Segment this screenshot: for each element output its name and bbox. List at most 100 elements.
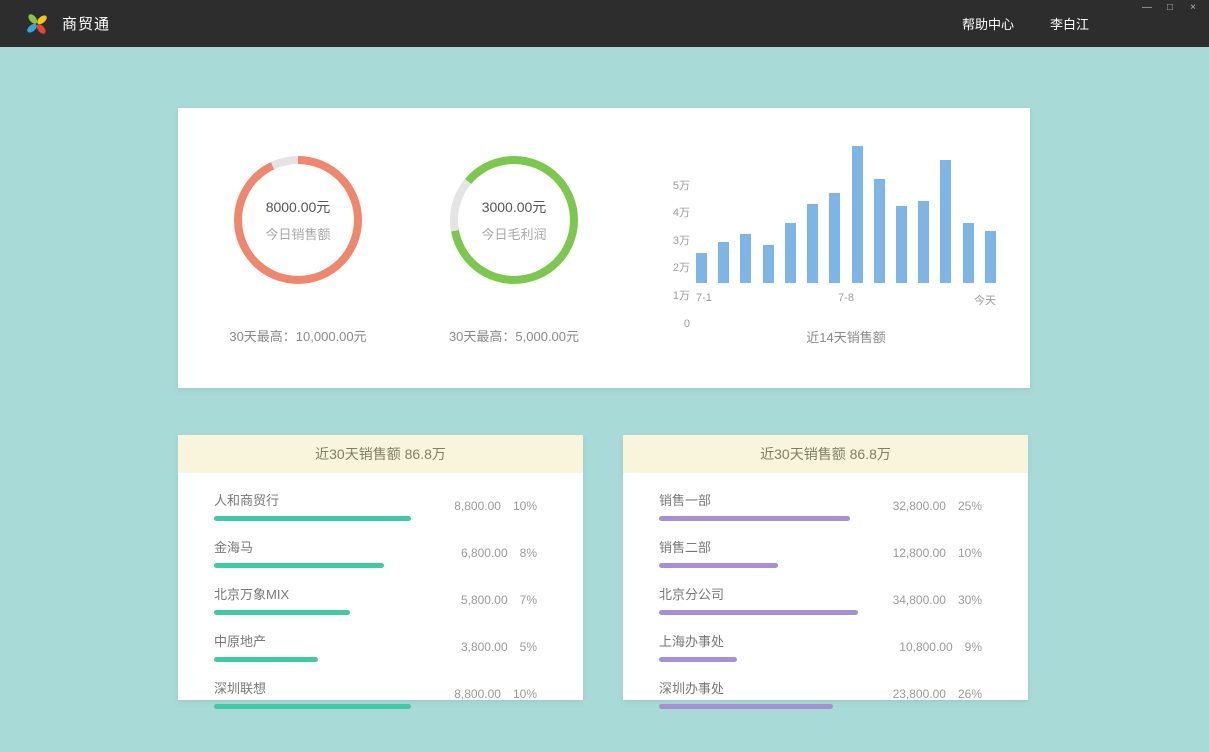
item-amount: 8,800.00 <box>454 499 501 513</box>
x-axis: 7-1 7-8 今天 <box>696 292 996 307</box>
app-logo-icon <box>24 11 50 37</box>
item-progress-bar <box>214 610 350 615</box>
item-value: 34,800.0030% <box>893 593 982 607</box>
bar <box>829 193 840 283</box>
item-progress-bar <box>659 657 737 662</box>
list-item: 销售一部 32,800.00 25% <box>659 490 982 521</box>
summary-card: 8000.00元 今日销售额 30天最高：10,000.00元 3000.00元… <box>178 108 1030 388</box>
app-window: 商贸通 帮助中心 李白江 — □ × 8000.00元 今日销售额 30天最高：… <box>0 0 1209 752</box>
item-name: 中原地产 <box>214 631 426 650</box>
item-percent: 10% <box>513 499 537 513</box>
item-name: 深圳联想 <box>214 678 426 697</box>
item-amount: 5,800.00 <box>461 593 508 607</box>
today-sales-donut-block: 8000.00元 今日销售额 30天最高：10,000.00元 <box>202 108 394 388</box>
username-menu[interactable]: 李白江 <box>1050 14 1089 33</box>
item-percent: 5% <box>520 640 537 654</box>
today-sales-label: 今日销售额 <box>265 224 330 243</box>
today-profit-value: 3000.00元 <box>482 197 547 217</box>
today-profit-footnote: 30天最高：5,000.00元 <box>449 326 579 345</box>
today-sales-value: 8000.00元 <box>266 197 331 217</box>
item-value: 12,800.00 10% <box>893 546 982 560</box>
y-tick-label: 1万 <box>660 287 690 303</box>
item-progress-bar <box>214 516 411 521</box>
bar <box>718 242 729 283</box>
item-amount: 6,800.00 <box>461 546 508 560</box>
close-icon[interactable]: × <box>1187 2 1199 14</box>
app-title: 商贸通 <box>62 13 110 34</box>
list-item: 金海马 6,800.00 8% <box>214 537 537 568</box>
item-percent: 10% <box>513 687 537 701</box>
item-name: 销售一部 <box>659 490 871 509</box>
item-percent: 10% <box>958 546 982 560</box>
titlebar: 商贸通 帮助中心 李白江 — □ × <box>0 0 1209 47</box>
item-amount: 32,800.00 <box>893 499 946 513</box>
item-percent: 8% <box>520 546 537 560</box>
item-name: 北京分公司 <box>659 584 871 603</box>
item-progress-bar <box>214 657 318 662</box>
maximize-icon[interactable]: □ <box>1164 2 1176 14</box>
item-value: 23,800.00 26% <box>893 687 982 701</box>
bar <box>740 234 751 283</box>
bar <box>807 204 818 284</box>
item-name: 深圳办事处 <box>659 678 871 697</box>
list-item: 人和商贸行8,800.0010% <box>214 490 537 521</box>
bar <box>896 206 907 283</box>
list-item: 北京分公司 34,800.0030% <box>659 584 982 615</box>
item-amount: 8,800.00 <box>454 687 501 701</box>
bar <box>696 253 707 283</box>
bar <box>785 223 796 283</box>
list-item: 深圳办事处 23,800.00 26% <box>659 678 982 709</box>
item-value: 8,800.00 10% <box>454 499 537 513</box>
item-value: 8,800.00 10% <box>454 687 537 701</box>
item-percent: 7% <box>520 593 537 607</box>
item-percent: 9% <box>965 640 982 654</box>
y-tick-label: 5万 <box>660 177 690 193</box>
bar <box>852 146 863 283</box>
item-value: 32,800.00 25% <box>893 499 982 513</box>
today-profit-donut: 3000.00元 今日毛利润 <box>450 156 578 284</box>
minimize-icon[interactable]: — <box>1141 2 1153 14</box>
y-tick-label: 4万 <box>660 204 690 220</box>
item-value: 3,800.00 5% <box>461 640 537 654</box>
item-progress-bar <box>214 704 411 709</box>
list-item: 深圳联想 8,800.00 10% <box>214 678 537 709</box>
item-progress-bar <box>659 704 833 709</box>
help-center-link[interactable]: 帮助中心 <box>962 14 1014 33</box>
sales-bar-plot <box>696 146 996 283</box>
item-progress-bar <box>659 563 778 568</box>
sales-bar-chart: 5万4万3万2万1万0 7-1 7-8 今天 近14天销售额 <box>656 108 1002 388</box>
list-item: 北京万象MIX 5,800.00 7% <box>214 584 537 615</box>
item-progress-bar <box>214 563 384 568</box>
item-amount: 3,800.00 <box>461 640 508 654</box>
list-item: 上海办事处 10,800.009% <box>659 631 982 662</box>
department-sales-panel-title: 近30天销售额 86.8万 <box>623 435 1028 473</box>
item-percent: 25% <box>958 499 982 513</box>
item-name: 北京万象MIX <box>214 584 426 603</box>
bar <box>940 160 951 283</box>
item-name: 上海办事处 <box>659 631 871 650</box>
customer-sales-panel-title: 近30天销售额 86.8万 <box>178 435 583 473</box>
item-value: 6,800.00 8% <box>461 546 537 560</box>
item-percent: 30% <box>958 593 982 607</box>
item-amount: 23,800.00 <box>893 687 946 701</box>
item-percent: 26% <box>958 687 982 701</box>
chart-caption: 近14天销售额 <box>696 327 996 346</box>
item-name: 金海马 <box>214 537 426 556</box>
y-tick-label: 3万 <box>660 232 690 248</box>
today-sales-donut: 8000.00元 今日销售额 <box>234 156 362 284</box>
department-sales-list: 销售一部 32,800.00 25% 销售二部 12,800.00 10% 北京分公司 34,… <box>623 473 1028 709</box>
bar <box>874 179 885 283</box>
item-amount: 12,800.00 <box>893 546 946 560</box>
bar <box>763 245 774 283</box>
item-name: 销售二部 <box>659 537 871 556</box>
list-item: 销售二部 12,800.00 10% <box>659 537 982 568</box>
x-tick-label: 7-1 <box>696 292 712 304</box>
y-tick-label: 2万 <box>660 259 690 275</box>
item-value: 5,800.00 7% <box>461 593 537 607</box>
item-progress-bar <box>659 610 858 615</box>
department-sales-panel: 近30天销售额 86.8万 销售一部 32,800.00 25% 销售二部 12,800… <box>623 435 1028 700</box>
x-tick-label: 今天 <box>974 292 996 308</box>
item-value: 10,800.009% <box>899 640 982 654</box>
bar <box>963 223 974 283</box>
today-sales-footnote: 30天最高：10,000.00元 <box>229 326 366 345</box>
